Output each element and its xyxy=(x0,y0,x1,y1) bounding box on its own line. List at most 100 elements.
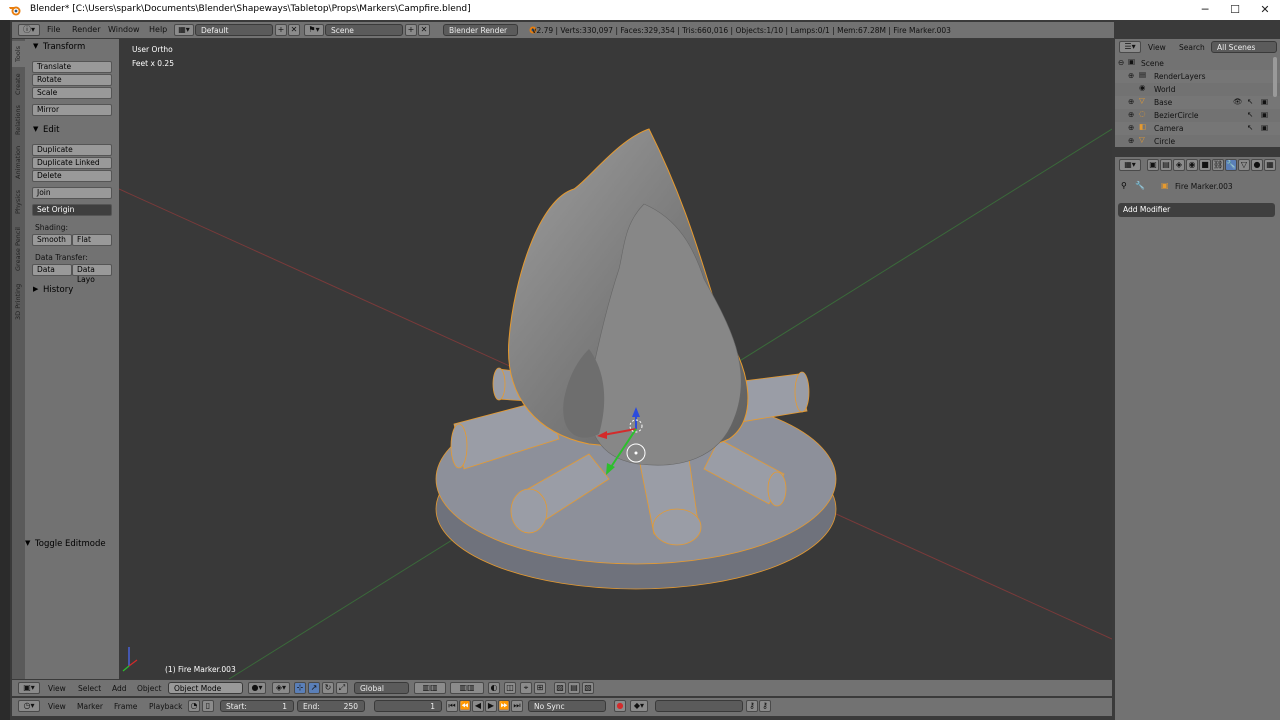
select-arrow-icon[interactable]: ↖ xyxy=(1247,110,1253,119)
render-camera-icon[interactable]: ▣ xyxy=(1261,97,1268,106)
render-layers-tab-icon[interactable]: ▤ xyxy=(1160,159,1172,171)
tab-physics[interactable]: Physics xyxy=(12,185,25,219)
rotate-manipulator-icon[interactable]: ↻ xyxy=(322,682,334,694)
editor-type-icon[interactable]: ◷▾ xyxy=(18,700,40,712)
keying-set-field[interactable] xyxy=(655,700,743,712)
scene-field[interactable]: Scene xyxy=(325,24,403,36)
expand-icon[interactable]: ⊕ xyxy=(1128,123,1134,132)
menu-playback[interactable]: Playback xyxy=(149,702,182,711)
duplicate-linked-button[interactable]: Duplicate Linked xyxy=(32,157,112,169)
outliner-row-scene[interactable]: ⊖ ▣ Scene xyxy=(1115,57,1280,70)
start-frame-field[interactable]: Start: 1 xyxy=(220,700,294,712)
pin-icon[interactable]: ⚲ xyxy=(1121,181,1127,190)
editor-type-icon[interactable]: ⓘ▾ xyxy=(18,24,40,36)
remove-layout-icon[interactable]: ✕ xyxy=(288,24,300,36)
translate-button[interactable]: Translate xyxy=(32,61,112,73)
jump-start-icon[interactable]: ⏮ xyxy=(446,700,458,712)
screen-layout-icon[interactable]: ▦▾ xyxy=(174,24,194,36)
translate-manipulator-icon[interactable]: ↗ xyxy=(308,682,320,694)
outliner-row-base[interactable]: ⊕ ▽ Base 👁 ↖ ▣ xyxy=(1115,96,1280,109)
tab-grease-pencil[interactable]: Grease Pencil xyxy=(12,221,25,277)
data-transfer-button[interactable]: Data xyxy=(32,264,72,276)
screen-layout-field[interactable]: Default xyxy=(195,24,273,36)
play-icon[interactable]: ▶ xyxy=(485,700,497,712)
menu-window[interactable]: Window xyxy=(108,25,140,34)
mirror-button[interactable]: Mirror xyxy=(32,104,112,116)
outliner-row-camera[interactable]: ⊕ ◧ Camera ↖ ▣ xyxy=(1115,122,1280,135)
edit-panel-header[interactable]: ▼ Edit xyxy=(25,123,119,137)
shade-flat-button[interactable]: Flat xyxy=(72,234,112,246)
outliner-scrollbar[interactable] xyxy=(1273,57,1277,97)
menu-view[interactable]: View xyxy=(1148,43,1166,52)
layers-grid-icon[interactable]: ▥▥ xyxy=(414,682,446,694)
world-tab-icon[interactable]: ◉ xyxy=(1186,159,1198,171)
menu-marker[interactable]: Marker xyxy=(77,702,103,711)
menu-add[interactable]: Add xyxy=(112,684,127,693)
tab-tools[interactable]: Tools xyxy=(12,41,25,67)
viewport-shading-icon[interactable]: ●▾ xyxy=(248,682,266,694)
maximize-button[interactable]: ☐ xyxy=(1220,2,1250,18)
insert-keyframe-icon[interactable]: ⚷ xyxy=(746,700,758,712)
modifiers-tab-icon[interactable]: 🔧 xyxy=(1225,159,1237,171)
constraints-tab-icon[interactable]: ⛓ xyxy=(1212,159,1224,171)
object-tab-icon[interactable]: ■ xyxy=(1199,159,1211,171)
menu-frame[interactable]: Frame xyxy=(114,702,137,711)
sync-mode-select[interactable]: No Sync xyxy=(528,700,606,712)
end-frame-field[interactable]: End: 250 xyxy=(297,700,365,712)
render-image-icon[interactable]: ▧ xyxy=(582,682,594,694)
menu-file[interactable]: File xyxy=(47,25,60,34)
outliner-row-circle[interactable]: ⊕ ▽ Circle xyxy=(1115,135,1280,147)
minimize-button[interactable]: ─ xyxy=(1190,2,1220,18)
scale-button[interactable]: Scale xyxy=(32,87,112,99)
select-arrow-icon[interactable]: ↖ xyxy=(1247,123,1253,132)
expand-icon[interactable]: ⊕ xyxy=(1128,110,1134,119)
scale-manipulator-icon[interactable]: ⤢ xyxy=(336,682,348,694)
record-icon[interactable]: ● xyxy=(614,700,626,712)
jump-next-keyframe-icon[interactable]: ⏩ xyxy=(498,700,510,712)
mode-select[interactable]: Object Mode xyxy=(168,682,243,694)
snap-element-icon[interactable]: ⊞ xyxy=(534,682,546,694)
layers-grid-2-icon[interactable]: ▥▥ xyxy=(450,682,484,694)
menu-view[interactable]: View xyxy=(48,702,66,711)
transform-orientation-select[interactable]: Global xyxy=(354,682,409,694)
render-engine-select[interactable]: Blender Render xyxy=(443,24,518,36)
keying-set-icon[interactable]: ◆▾ xyxy=(630,700,648,712)
close-button[interactable]: ✕ xyxy=(1250,2,1280,18)
render-preview-icon[interactable]: ▨ xyxy=(554,682,566,694)
tab-animation[interactable]: Animation xyxy=(12,141,25,183)
menu-render[interactable]: Render xyxy=(72,25,100,34)
preview-range-icon[interactable]: ◔ xyxy=(188,700,200,712)
play-reverse-icon[interactable]: ◀ xyxy=(472,700,484,712)
texture-tab-icon[interactable]: ▦ xyxy=(1264,159,1276,171)
tab-3d-printing[interactable]: 3D Printing xyxy=(12,279,25,325)
collapse-icon[interactable]: ⊖ xyxy=(1118,58,1124,67)
toggle-editmode-panel[interactable]: ▼ Toggle Editmode xyxy=(17,537,119,551)
jump-end-icon[interactable]: ⏭ xyxy=(511,700,523,712)
menu-object[interactable]: Object xyxy=(137,684,161,693)
data-layout-button[interactable]: Data Layo xyxy=(72,264,112,284)
menu-search[interactable]: Search xyxy=(1179,43,1205,52)
occlude-geometry-icon[interactable]: ◫ xyxy=(504,682,516,694)
material-tab-icon[interactable]: ● xyxy=(1251,159,1263,171)
rotate-button[interactable]: Rotate xyxy=(32,74,112,86)
editor-type-icon[interactable]: ▦▾ xyxy=(1119,159,1141,171)
expand-icon[interactable]: ⊕ xyxy=(1128,97,1134,106)
display-mode-select[interactable]: All Scenes xyxy=(1211,41,1277,53)
manipulator-toggle-icon[interactable]: ⊹ xyxy=(294,682,306,694)
lock-camera-icon[interactable]: ◐ xyxy=(488,682,500,694)
add-scene-icon[interactable]: + xyxy=(405,24,417,36)
pivot-point-icon[interactable]: ◈▾ xyxy=(272,682,290,694)
join-button[interactable]: Join xyxy=(32,187,112,199)
history-panel-header[interactable]: ▶ History xyxy=(25,283,119,297)
data-tab-icon[interactable]: ▽ xyxy=(1238,159,1250,171)
visibility-eye-icon[interactable]: 👁 xyxy=(1233,97,1243,106)
render-camera-icon[interactable]: ▣ xyxy=(1261,123,1268,132)
render-tab-icon[interactable]: ▣ xyxy=(1147,159,1159,171)
outliner-row-beziercircle[interactable]: ⊕ ◌ BezierCircle ↖ ▣ xyxy=(1115,109,1280,122)
render-camera-icon[interactable]: ▣ xyxy=(1261,110,1268,119)
shade-smooth-button[interactable]: Smooth xyxy=(32,234,72,246)
set-origin-select[interactable]: Set Origin xyxy=(32,204,112,216)
duplicate-button[interactable]: Duplicate xyxy=(32,144,112,156)
menu-select[interactable]: Select xyxy=(78,684,101,693)
delete-button[interactable]: Delete xyxy=(32,170,112,182)
